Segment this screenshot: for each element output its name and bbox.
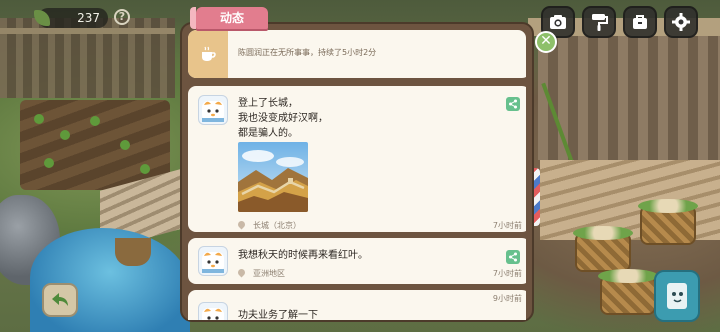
share-button[interactable] — [506, 97, 520, 111]
flower-basket — [573, 226, 633, 272]
gear-icon — [672, 13, 690, 31]
location-pin-icon — [236, 267, 247, 278]
coffee-cup-icon — [202, 46, 216, 61]
book-icon — [667, 283, 687, 309]
currency-count: 237 — [77, 11, 100, 25]
status-card: 陈圆润正在无所事事，持续了5小时2分 — [188, 30, 526, 78]
back-arrow-icon — [52, 293, 68, 306]
back-button[interactable] — [42, 283, 78, 317]
settings-button[interactable] — [664, 6, 698, 38]
great-wall-photo — [238, 142, 308, 212]
share-icon — [509, 252, 517, 262]
flower-basket — [598, 269, 658, 315]
avatar — [198, 95, 228, 125]
post-text-line: 功夫业务了解一下 — [238, 310, 318, 320]
status-strip — [188, 30, 228, 78]
feed-post: 我想秋天的时候再来看红叶。 亚洲地区 7小时前 — [188, 238, 526, 284]
camera-icon — [550, 15, 566, 29]
decorate-button[interactable] — [582, 6, 616, 38]
fence — [0, 18, 175, 98]
character-face-icon — [202, 101, 224, 122]
flower-basket — [638, 199, 698, 245]
post-time: 9小时前 — [492, 294, 522, 303]
paint-roller-icon — [592, 14, 608, 31]
share-button[interactable] — [506, 250, 520, 264]
leaf-currency-counter: 237 — [34, 8, 108, 28]
close-button[interactable]: ✕ — [535, 31, 557, 53]
share-icon — [509, 99, 517, 109]
feed-post: 登上了长城， 我也没变成好汉啊， 都是骗人的。 长城（北京） 7小时前 — [188, 86, 526, 232]
character-face-icon — [202, 308, 224, 320]
avatar — [198, 302, 228, 320]
plant-pot — [115, 238, 151, 266]
activity-feed[interactable]: 陈圆润正在无所事事，持续了5小时2分 登上了长城， 我也没变成好汉啊， 都是骗人… — [188, 30, 526, 320]
avatar — [198, 246, 228, 276]
bag-button[interactable] — [623, 6, 657, 38]
post-location: 亚洲地区 — [236, 267, 285, 279]
post-text-line: 我想秋天的时候再来看红叶。 — [238, 250, 368, 261]
activity-panel: 陈圆润正在无所事事，持续了5小时2分 登上了长城， 我也没变成好汉啊， 都是骗人… — [180, 22, 534, 322]
post-time: 7小时前 — [492, 221, 522, 230]
post-photo-great-wall[interactable] — [238, 142, 308, 212]
location-text: 长城（北京） — [253, 221, 301, 230]
location-text: 亚洲地区 — [253, 269, 285, 278]
bag-icon — [633, 15, 647, 29]
status-text: 陈圆润正在无所事事，持续了5小时2分 — [238, 48, 377, 57]
post-time: 7小时前 — [492, 269, 522, 278]
location-pin-icon — [236, 219, 247, 230]
post-text-line: 我也没变成好汉啊， — [238, 113, 328, 124]
feed-post: 9小时前 功夫业务了解一下 — [188, 290, 526, 320]
post-text-line: 都是骗人的。 — [238, 128, 298, 139]
character-face-icon — [202, 252, 224, 273]
help-button[interactable]: ? — [114, 9, 130, 25]
post-text-line: 登上了长城， — [238, 98, 298, 109]
post-location: 长城（北京） — [236, 219, 301, 231]
panel-title-tab[interactable]: 动态 — [190, 7, 268, 29]
journal-button[interactable] — [654, 270, 700, 322]
garden-plot — [20, 100, 170, 190]
